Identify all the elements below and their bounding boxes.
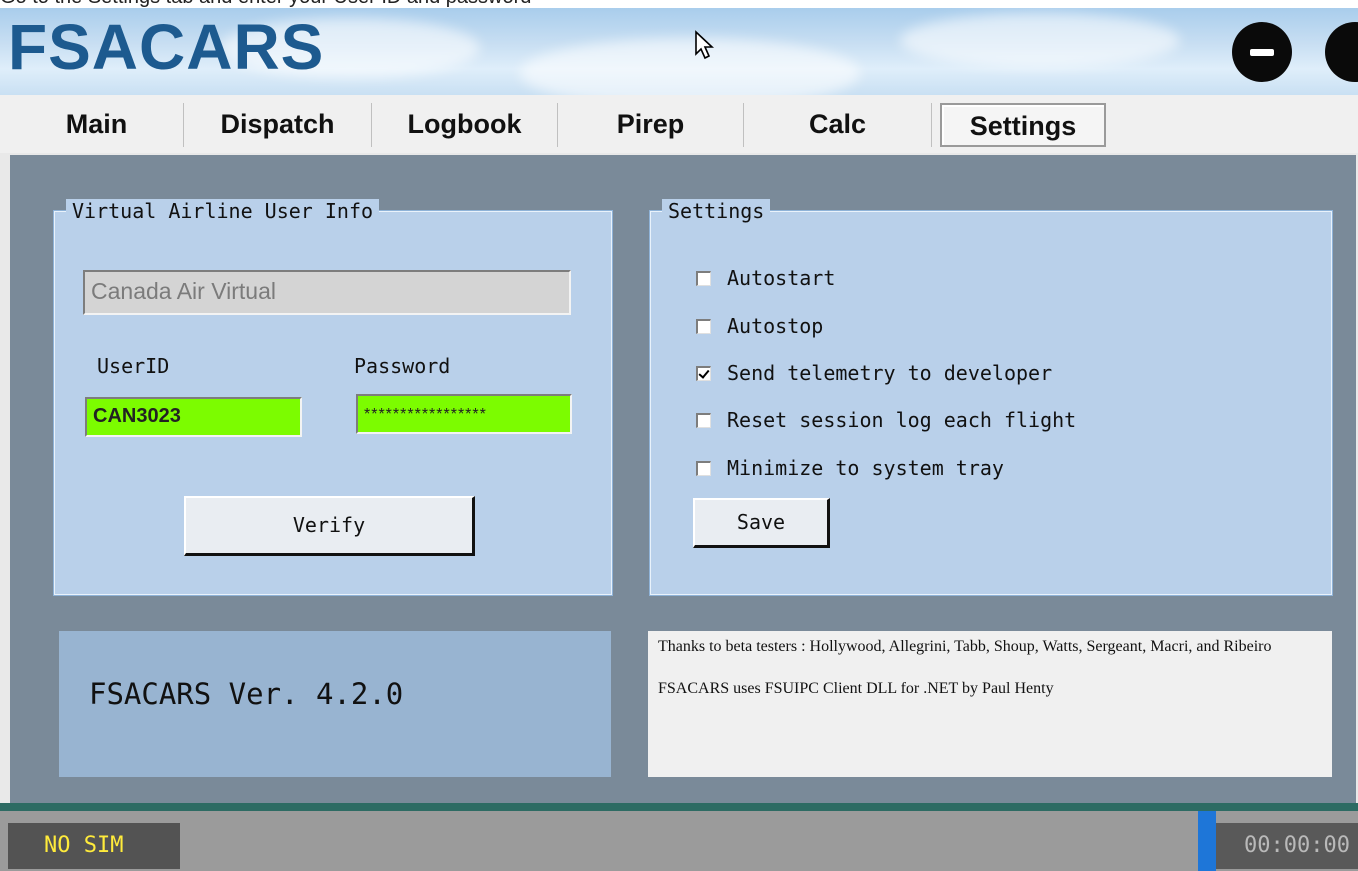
top-instruction-strip: Go to the Settings tab and enter your Us… [0, 0, 1358, 8]
tab-settings[interactable]: Settings [940, 103, 1106, 147]
telemetry-option[interactable]: Send telemetry to developer [696, 359, 1052, 387]
password-field[interactable]: ***************** [356, 394, 572, 434]
app-header: FSACARS [0, 8, 1358, 95]
instruction-text: Go to the Settings tab and enter your Us… [0, 0, 531, 8]
tab-main[interactable]: Main [10, 103, 184, 147]
autostart-checkbox[interactable] [696, 270, 711, 286]
tab-dispatch[interactable]: Dispatch [184, 103, 372, 147]
close-icon[interactable] [1325, 22, 1358, 82]
verify-button[interactable]: Verify [184, 496, 475, 556]
credits-panel: Thanks to beta testers : Hollywood, Alle… [648, 631, 1332, 777]
credits-text: Thanks to beta testers : Hollywood, Alle… [658, 636, 1298, 699]
app-logo: FSACARS [8, 11, 325, 83]
password-label: Password [354, 354, 451, 378]
tab-calc[interactable]: Calc [744, 103, 932, 147]
status-accent [1198, 811, 1216, 871]
reset-log-option[interactable]: Reset session log each flight [696, 406, 1076, 434]
minimize-tray-label: Minimize to system tray [727, 456, 1004, 480]
reset-log-label: Reset session log each flight [727, 408, 1077, 432]
userid-field[interactable]: CAN3023 [85, 397, 302, 437]
save-button[interactable]: Save [693, 498, 830, 548]
user-info-group: Virtual Airline User Info Canada Air Vir… [53, 199, 613, 596]
minimize-icon[interactable] [1232, 22, 1292, 82]
tab-pirep[interactable]: Pirep [558, 103, 744, 147]
telemetry-checkbox[interactable] [696, 365, 711, 381]
autostop-checkbox[interactable] [696, 318, 711, 334]
sim-status: NO SIM [8, 823, 180, 869]
settings-title: Settings [662, 199, 771, 223]
credits-line-fsuipc: FSACARS uses FSUIPC Client DLL for .NET … [658, 680, 1054, 697]
autostart-label: Autostart [727, 266, 836, 290]
settings-page: Virtual Airline User Info Canada Air Vir… [0, 153, 1358, 803]
tab-logbook[interactable]: Logbook [372, 103, 558, 147]
reset-log-checkbox[interactable] [696, 412, 711, 428]
telemetry-label: Send telemetry to developer [727, 361, 1053, 385]
status-bar: NO SIM 00:00:00 [0, 803, 1358, 871]
settings-group: Settings Autostart Autostop Send telemet… [649, 199, 1333, 596]
user-info-title: Virtual Airline User Info [66, 199, 380, 223]
credits-line-testers: Thanks to beta testers : Hollywood, Alle… [658, 638, 1272, 655]
autostop-label: Autostop [727, 314, 824, 338]
minimize-tray-option[interactable]: Minimize to system tray [696, 454, 1004, 482]
version-text: FSACARS Ver. 4.2.0 [89, 677, 404, 711]
version-panel: FSACARS Ver. 4.2.0 [59, 631, 611, 777]
mouse-cursor-icon [695, 30, 715, 60]
tab-bar: Main Dispatch Logbook Pirep Calc Setting… [0, 95, 1358, 154]
settings-panel: Virtual Airline User Info Canada Air Vir… [10, 155, 1356, 803]
autostop-option[interactable]: Autostop [696, 312, 823, 340]
autostart-option[interactable]: Autostart [696, 264, 835, 292]
minimize-tray-checkbox[interactable] [696, 460, 711, 476]
flight-timer: 00:00:00 [1216, 823, 1358, 869]
userid-label: UserID [97, 354, 170, 378]
airline-name-field: Canada Air Virtual [83, 270, 571, 315]
